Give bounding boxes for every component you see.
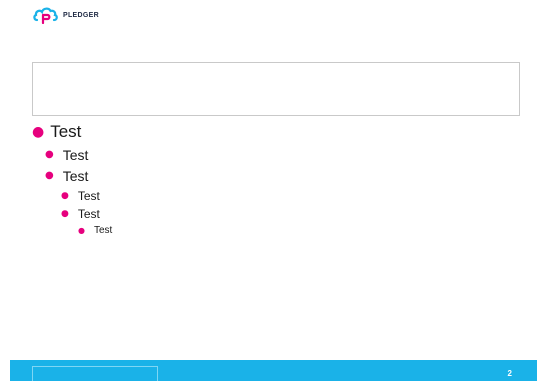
bullet-list: ● Test ● Test ● Test ● Test ● Test ● Tes… (0, 0, 537, 381)
bullet-text: Test (93, 225, 113, 236)
brand-logo: PLEDGER (33, 4, 99, 26)
slide: PLEDGER ● Test ● Test ● Test ● Test ● Te… (0, 0, 537, 381)
bullet-item-level-3[interactable]: ● Test (61, 189, 100, 203)
bullet-text: Test (62, 147, 89, 163)
bullet-item-level-2[interactable]: ● Test (45, 168, 88, 184)
bullet-item-level-2[interactable]: ● Test (45, 147, 88, 163)
bullet-dot-icon: ● (45, 149, 54, 160)
footer-placeholder[interactable] (32, 366, 158, 381)
bullet-dot-icon: ● (45, 170, 54, 181)
title-placeholder[interactable] (32, 62, 520, 116)
pledger-cloud-logo-icon (33, 7, 58, 24)
page-number: 2 (507, 369, 512, 378)
bullet-dot-icon: ● (32, 124, 45, 140)
bullet-text: Test (50, 122, 82, 141)
bullet-dot-icon: ● (61, 190, 69, 201)
bullet-item-level-3[interactable]: ● Test (61, 207, 100, 221)
bullet-dot-icon: ● (61, 208, 69, 219)
bullet-text: Test (62, 168, 89, 184)
footer-bar: 2 (10, 360, 537, 381)
bullet-dot-icon: ● (78, 225, 85, 235)
logo-text: PLEDGER (63, 11, 99, 19)
bullet-text: Test (77, 189, 100, 203)
bullet-text: Test (77, 207, 100, 221)
bullet-item-level-4[interactable]: ● Test (78, 225, 112, 236)
bullet-item-level-1[interactable]: ● Test (32, 122, 81, 142)
